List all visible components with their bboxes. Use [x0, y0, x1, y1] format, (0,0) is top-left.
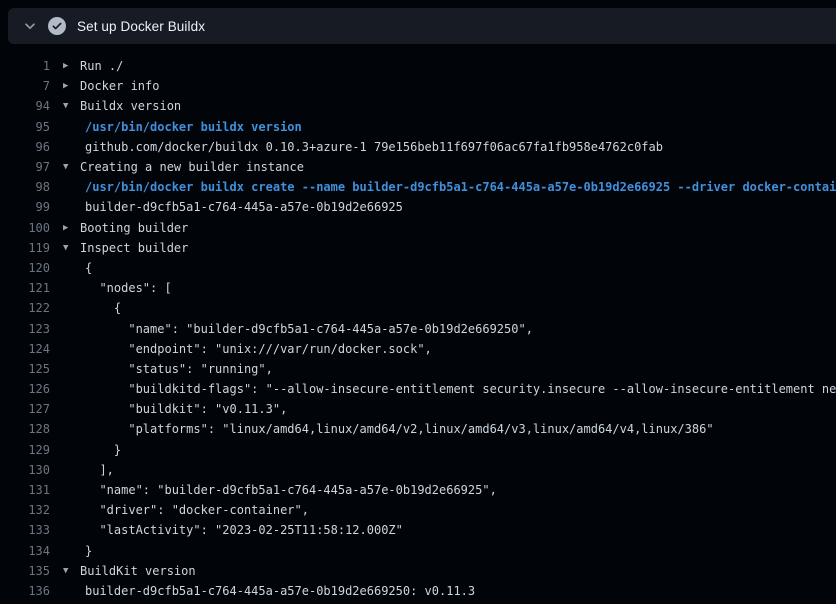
line-number-link[interactable]: 130: [0, 463, 50, 477]
group-expanded-icon[interactable]: ▼: [63, 162, 80, 172]
output-text: "buildkit": "v0.11.3",: [80, 402, 287, 416]
log-line: 132 "driver": "docker-container",: [0, 500, 836, 520]
group-title: Creating a new builder instance: [80, 160, 304, 174]
group-collapsed-icon[interactable]: ▶: [63, 81, 80, 91]
command-text: /usr/bin/docker buildx create --name bui…: [80, 180, 836, 194]
group-expanded-icon[interactable]: ▼: [63, 566, 80, 576]
log-line: 120 {: [0, 258, 836, 278]
log-line: 98/usr/bin/docker buildx create --name b…: [0, 177, 836, 197]
line-number-link[interactable]: 95: [0, 120, 50, 134]
group-title: BuildKit version: [80, 564, 196, 578]
output-text: "name": "builder-d9cfb5a1-c764-445a-a57e…: [80, 322, 533, 336]
log-line: 125 "status": "running",: [0, 359, 836, 379]
output-text: "driver": "docker-container",: [80, 503, 309, 517]
log-line: 96 github.com/docker/buildx 0.10.3+azure-…: [0, 137, 836, 157]
log-group-line[interactable]: 1 ▶Run ./: [0, 56, 836, 76]
output-text: }: [80, 443, 121, 457]
line-number-link[interactable]: 97: [0, 160, 50, 174]
step-title: Set up Docker Buildx: [77, 19, 205, 34]
output-text: ],: [80, 463, 114, 477]
line-number-link[interactable]: 124: [0, 342, 50, 356]
log-line: 129 }: [0, 440, 836, 460]
log-line: 124 "endpoint": "unix:///var/run/docker.…: [0, 339, 836, 359]
line-number-link[interactable]: 133: [0, 523, 50, 537]
log-line: 121 "nodes": [: [0, 278, 836, 298]
output-text: builder-d9cfb5a1-c764-445a-a57e-0b19d2e6…: [80, 584, 475, 598]
output-text: }: [80, 544, 92, 558]
line-number-link[interactable]: 125: [0, 362, 50, 376]
line-number-link[interactable]: 128: [0, 422, 50, 436]
log-line: 95/usr/bin/docker buildx version: [0, 117, 836, 137]
output-text: "buildkitd-flags": "--allow-insecure-ent…: [80, 382, 836, 396]
check-circle-icon: [48, 17, 66, 35]
line-number-link[interactable]: 135: [0, 564, 50, 578]
log-line: 122 {: [0, 298, 836, 318]
line-number-link[interactable]: 136: [0, 584, 50, 598]
log-line: 127 "buildkit": "v0.11.3",: [0, 399, 836, 419]
log-line: 128 "platforms": "linux/amd64,linux/amd6…: [0, 419, 836, 439]
line-number-link[interactable]: 119: [0, 241, 50, 255]
chevron-down-icon[interactable]: [22, 18, 38, 34]
log-group-line[interactable]: 100 ▶Booting builder: [0, 218, 836, 238]
log-line: 134}: [0, 541, 836, 561]
line-number-link[interactable]: 134: [0, 544, 50, 558]
output-text: {: [80, 261, 92, 275]
line-number-link[interactable]: 7: [0, 79, 50, 93]
group-collapsed-icon[interactable]: ▶: [63, 223, 80, 233]
output-text: "endpoint": "unix:///var/run/docker.sock…: [80, 342, 432, 356]
log-group-line[interactable]: 7 ▶Docker info: [0, 76, 836, 96]
output-text: "platforms": "linux/amd64,linux/amd64/v2…: [80, 422, 714, 436]
line-number-link[interactable]: 99: [0, 200, 50, 214]
line-number-link[interactable]: 96: [0, 140, 50, 154]
group-title: Run ./: [80, 59, 123, 73]
log-viewer: 1▶Run ./7▶Docker info94▼Buildx version95…: [0, 56, 836, 601]
log-group-line[interactable]: 94 ▼Buildx version: [0, 96, 836, 116]
log-line: 130 ],: [0, 460, 836, 480]
output-text: "lastActivity": "2023-02-25T11:58:12.000…: [80, 523, 403, 537]
line-number-link[interactable]: 129: [0, 443, 50, 457]
group-expanded-icon[interactable]: ▼: [63, 101, 80, 111]
line-number-link[interactable]: 100: [0, 221, 50, 235]
log-group-line[interactable]: 135 ▼BuildKit version: [0, 561, 836, 581]
step-header[interactable]: Set up Docker Buildx: [8, 8, 836, 44]
command-text: /usr/bin/docker buildx version: [80, 120, 302, 134]
group-collapsed-icon[interactable]: ▶: [63, 61, 80, 71]
output-text: github.com/docker/buildx 0.10.3+azure-1 …: [80, 140, 663, 154]
log-group-line[interactable]: 97 ▼Creating a new builder instance: [0, 157, 836, 177]
line-number-link[interactable]: 127: [0, 402, 50, 416]
log-line: 133 "lastActivity": "2023-02-25T11:58:12…: [0, 520, 836, 540]
line-number-link[interactable]: 98: [0, 180, 50, 194]
group-title: Buildx version: [80, 99, 181, 113]
output-text: "status": "running",: [80, 362, 273, 376]
group-expanded-icon[interactable]: ▼: [63, 243, 80, 253]
line-number-link[interactable]: 131: [0, 483, 50, 497]
log-line: 136 builder-d9cfb5a1-c764-445a-a57e-0b19d…: [0, 581, 836, 601]
line-number-link[interactable]: 1: [0, 59, 50, 73]
line-number-link[interactable]: 121: [0, 281, 50, 295]
output-text: {: [80, 301, 121, 315]
group-title: Inspect builder: [80, 241, 188, 255]
log-group-line[interactable]: 119 ▼Inspect builder: [0, 238, 836, 258]
line-number-link[interactable]: 132: [0, 503, 50, 517]
log-line: 123 "name": "builder-d9cfb5a1-c764-445a-…: [0, 318, 836, 338]
line-number-link[interactable]: 123: [0, 322, 50, 336]
line-number-link[interactable]: 120: [0, 261, 50, 275]
log-line: 131 "name": "builder-d9cfb5a1-c764-445a-…: [0, 480, 836, 500]
log-line: 99 builder-d9cfb5a1-c764-445a-a57e-0b19d2…: [0, 197, 836, 217]
group-title: Booting builder: [80, 221, 188, 235]
line-number-link[interactable]: 126: [0, 382, 50, 396]
group-title: Docker info: [80, 79, 159, 93]
line-number-link[interactable]: 122: [0, 301, 50, 315]
output-text: "name": "builder-d9cfb5a1-c764-445a-a57e…: [80, 483, 497, 497]
log-line: 126 "buildkitd-flags": "--allow-insecure…: [0, 379, 836, 399]
line-number-link[interactable]: 94: [0, 99, 50, 113]
output-text: "nodes": [: [80, 281, 172, 295]
output-text: builder-d9cfb5a1-c764-445a-a57e-0b19d2e6…: [80, 200, 403, 214]
